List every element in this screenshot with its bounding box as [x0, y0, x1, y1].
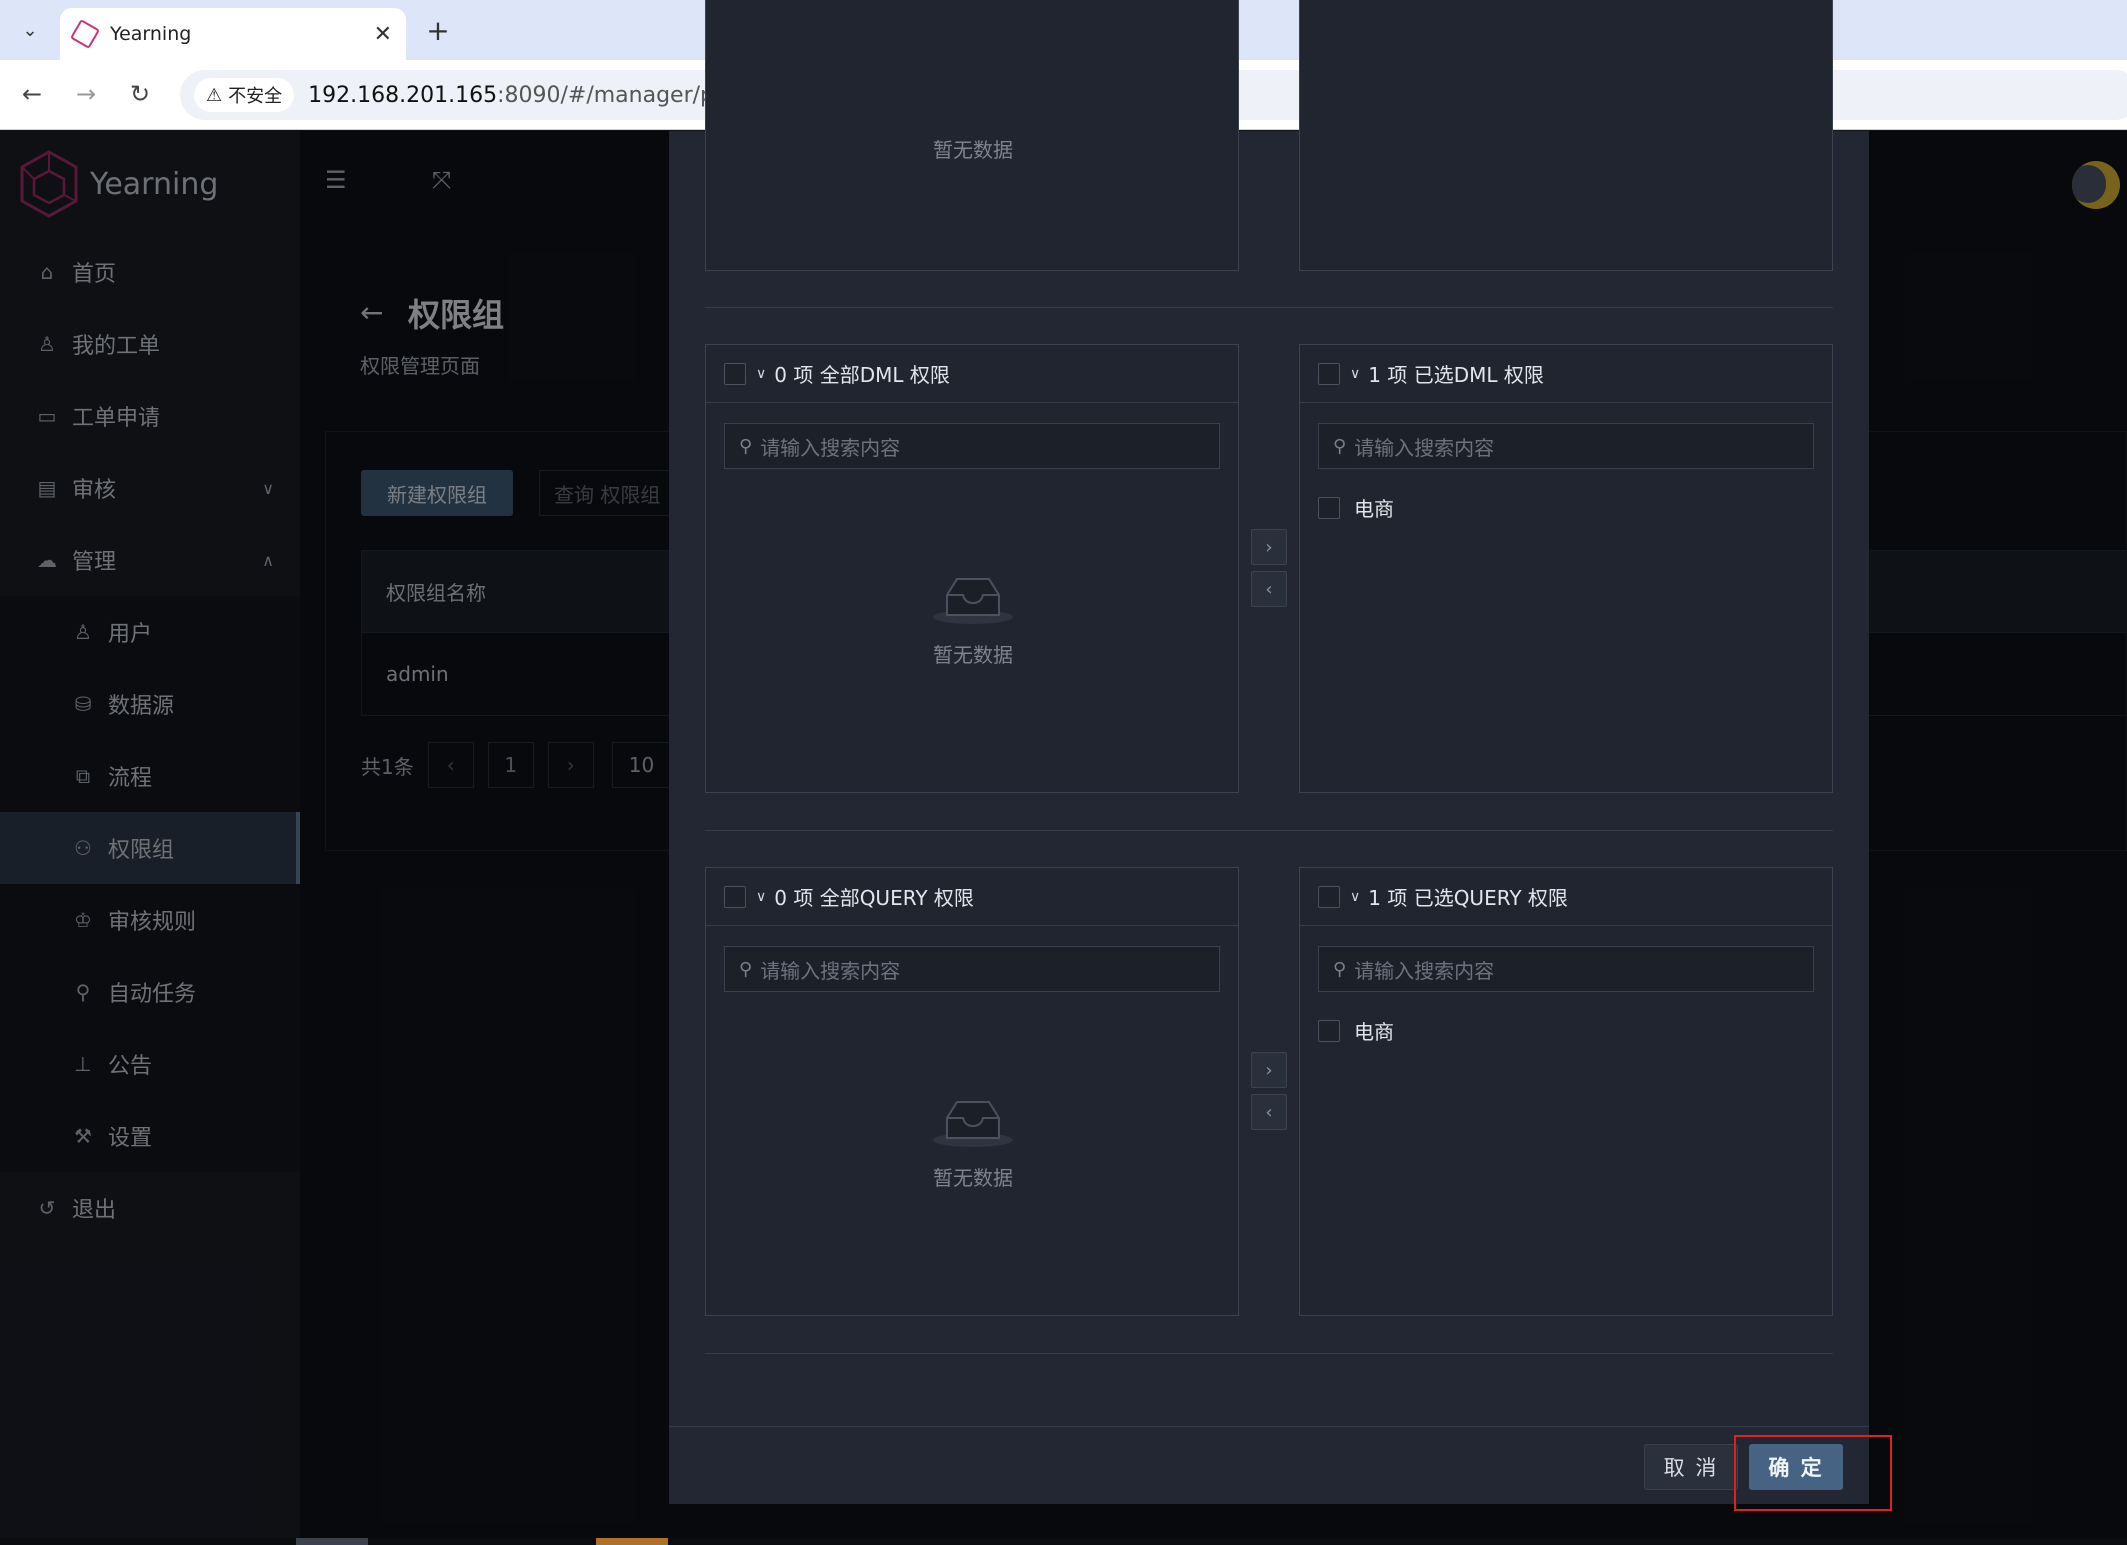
- reload-icon[interactable]: ↻: [122, 76, 158, 112]
- warning-icon: ⚠: [206, 84, 223, 106]
- tab-close-icon[interactable]: ✕: [374, 22, 392, 47]
- scroll-indicator: [296, 1538, 368, 1545]
- list-item[interactable]: 电商: [1318, 493, 1394, 522]
- chevron-down-icon[interactable]: ∨: [756, 366, 766, 382]
- browser-tab[interactable]: Yearning ✕: [60, 8, 406, 60]
- chevron-down-icon[interactable]: ∨: [1350, 889, 1360, 905]
- tab-search-chevron-icon[interactable]: ⌄: [12, 12, 48, 48]
- transfer-panel-dml-right: ∨ 1 项 已选DML 权限 ⚲ 请输入搜索内容 电商: [1299, 344, 1833, 793]
- select-all-checkbox[interactable]: [1318, 885, 1340, 908]
- transfer-panel-top-right: [1299, 0, 1833, 271]
- modal-footer: 取 消 确 定: [669, 1426, 1892, 1511]
- panel-header: ∨ 1 项 已选DML 权限: [1300, 345, 1832, 403]
- new-tab-icon[interactable]: +: [420, 12, 456, 48]
- search-input[interactable]: ⚲ 请输入搜索内容: [724, 423, 1220, 469]
- scroll-indicator: [596, 1538, 668, 1545]
- item-checkbox[interactable]: [1318, 496, 1340, 519]
- transfer-buttons-dml: › ‹: [1251, 529, 1287, 613]
- panel-title: 0 项 全部QUERY 权限: [774, 886, 974, 910]
- yearning-favicon-icon: [69, 18, 101, 50]
- transfer-panel-top-left: 暂无数据: [705, 0, 1239, 271]
- section-divider: [705, 307, 1833, 308]
- item-checkbox[interactable]: [1318, 1019, 1340, 1042]
- edit-group-modal: 暂无数据 ∨ 0 项 全部DML 权限 ⚲ 请输入搜索内容 暂无数据 › ‹ ∨…: [669, 0, 1892, 1511]
- empty-text: 暂无数据: [933, 643, 1013, 667]
- search-input[interactable]: ⚲ 请输入搜索内容: [1318, 423, 1814, 469]
- cancel-button[interactable]: 取 消: [1644, 1444, 1738, 1490]
- section-divider: [705, 1353, 1833, 1354]
- empty-inbox-icon: [933, 578, 1013, 624]
- empty-text: 暂无数据: [933, 1166, 1013, 1190]
- panel-header: ∨ 0 项 全部DML 权限: [706, 345, 1238, 403]
- transfer-panel-dml-left: ∨ 0 项 全部DML 权限 ⚲ 请输入搜索内容 暂无数据: [705, 344, 1239, 793]
- panel-title: 1 项 已选DML 权限: [1368, 363, 1544, 387]
- search-placeholder: 请输入搜索内容: [760, 435, 901, 460]
- empty-text: 暂无数据: [933, 138, 1013, 162]
- select-all-checkbox[interactable]: [1318, 362, 1340, 385]
- search-icon: ⚲: [739, 435, 753, 457]
- move-right-icon[interactable]: ›: [1251, 1052, 1287, 1088]
- forward-icon[interactable]: →: [68, 76, 104, 112]
- back-icon[interactable]: ←: [14, 76, 50, 112]
- move-right-icon[interactable]: ›: [1251, 529, 1287, 565]
- security-indicator[interactable]: ⚠ 不安全: [194, 78, 295, 112]
- url-host: 192.168.201.165: [308, 82, 498, 108]
- section-divider: [705, 830, 1833, 831]
- empty-state: 暂无数据: [706, 1096, 1240, 1191]
- select-all-checkbox[interactable]: [724, 885, 746, 908]
- panel-title: 0 项 全部DML 权限: [774, 363, 950, 387]
- search-icon: ⚲: [1333, 435, 1347, 457]
- empty-state: 暂无数据: [706, 573, 1240, 668]
- select-all-checkbox[interactable]: [724, 362, 746, 385]
- panel-header: ∨ 0 项 全部QUERY 权限: [706, 868, 1238, 926]
- empty-inbox-icon: [933, 1101, 1013, 1147]
- move-left-icon[interactable]: ‹: [1251, 1094, 1287, 1130]
- highlight-box: [1734, 1435, 1892, 1511]
- search-placeholder: 请输入搜索内容: [1354, 435, 1495, 460]
- list-item[interactable]: 电商: [1318, 1016, 1394, 1045]
- search-input[interactable]: ⚲ 请输入搜索内容: [1318, 946, 1814, 992]
- tab-title: Yearning: [110, 23, 192, 45]
- transfer-panel-query-left: ∨ 0 项 全部QUERY 权限 ⚲ 请输入搜索内容 暂无数据: [705, 867, 1239, 1316]
- search-input[interactable]: ⚲ 请输入搜索内容: [724, 946, 1220, 992]
- search-icon: ⚲: [1333, 958, 1347, 980]
- insecure-label: 不安全: [228, 86, 283, 107]
- item-label: 电商: [1354, 1020, 1394, 1044]
- search-icon: ⚲: [739, 958, 753, 980]
- search-placeholder: 请输入搜索内容: [760, 958, 901, 983]
- move-left-icon[interactable]: ‹: [1251, 571, 1287, 607]
- panel-title: 1 项 已选QUERY 权限: [1368, 886, 1568, 910]
- chevron-down-icon[interactable]: ∨: [1350, 366, 1360, 382]
- panel-header: ∨ 1 项 已选QUERY 权限: [1300, 868, 1832, 926]
- bottom-strip: [0, 1538, 2127, 1545]
- transfer-panel-query-right: ∨ 1 项 已选QUERY 权限 ⚲ 请输入搜索内容 电商: [1299, 867, 1833, 1316]
- transfer-buttons-query: › ‹: [1251, 1052, 1287, 1136]
- item-label: 电商: [1354, 497, 1394, 521]
- chevron-down-icon[interactable]: ∨: [756, 889, 766, 905]
- search-placeholder: 请输入搜索内容: [1354, 958, 1495, 983]
